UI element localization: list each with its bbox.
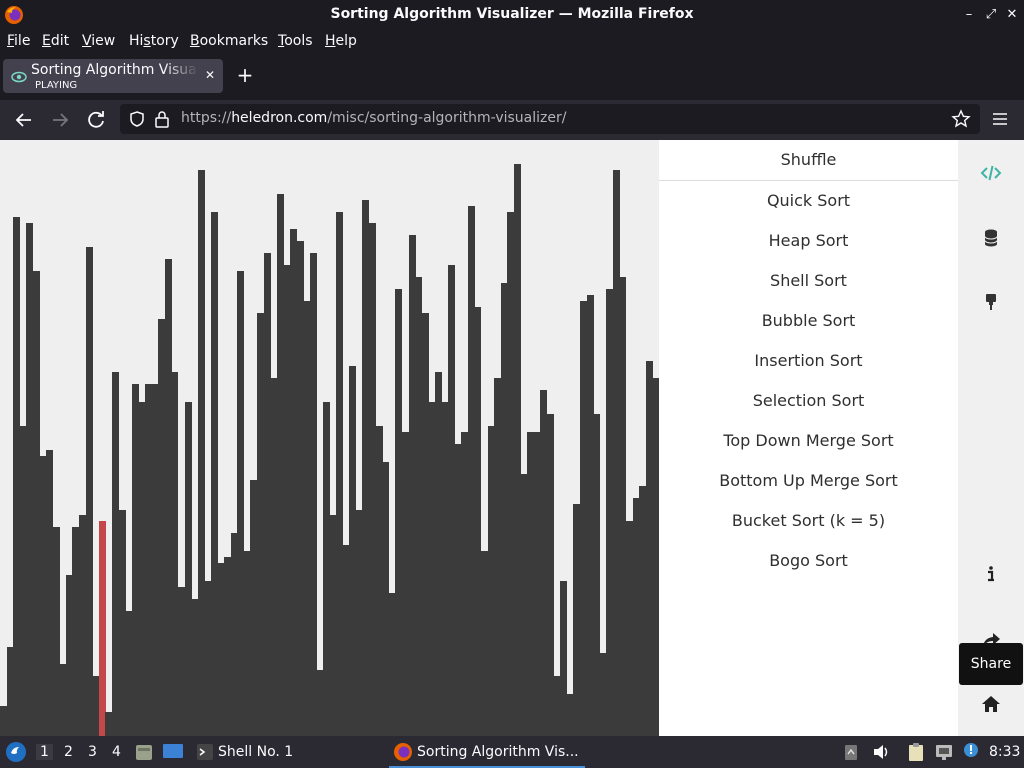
bottom-up-merge-sort-button[interactable]: Bottom Up Merge Sort [659,461,958,501]
menu-tools[interactable]: Tools [278,33,313,49]
sorting-visualizer-canvas [0,140,659,736]
share-tooltip: Share [959,643,1023,685]
code-icon[interactable] [980,162,1002,184]
tab-title-fade [163,61,199,81]
info-icon[interactable] [980,563,1002,585]
tab-playing-status: PLAYING [35,80,78,91]
reload-icon[interactable] [84,108,108,132]
desktop-icon[interactable] [162,742,184,762]
window-title: Sorting Algorithm Visualizer — Mozilla F… [330,6,694,22]
shuffle-button[interactable]: Shuffle [659,140,958,180]
database-icon[interactable] [980,227,1002,249]
menu-view[interactable]: View [82,33,115,49]
back-arrow-icon[interactable] [12,108,36,132]
eye-favicon-icon [11,71,27,83]
update-notifier-icon[interactable] [961,741,981,761]
shell-sort-button[interactable]: Shell Sort [659,261,958,301]
terminal-task[interactable]: Shell No. 1 [192,736,322,768]
top-down-merge-sort-button[interactable]: Top Down Merge Sort [659,421,958,461]
array-bar [652,378,659,736]
menu-bar: File Edit View History Bookmarks Tools H… [0,30,1024,54]
firefox-task-label: Sorting Algorithm Vis... [417,744,579,760]
clipboard-icon[interactable] [906,742,926,762]
menu-file[interactable]: File [7,33,30,49]
active-array-bar [98,521,106,736]
insertion-sort-button[interactable]: Insertion Sort [659,341,958,381]
bogo-sort-button[interactable]: Bogo Sort [659,541,958,581]
bookmark-star-icon[interactable] [951,109,971,129]
workspace-1[interactable]: 1 [36,744,53,760]
close-window-button[interactable]: ✕ [1003,6,1021,24]
hamburger-menu-icon[interactable] [990,110,1010,128]
selection-sort-button[interactable]: Selection Sort [659,381,958,421]
array-bar [85,247,93,736]
tab-close-icon[interactable]: ✕ [202,67,218,83]
lock-icon[interactable] [154,110,170,128]
url-text[interactable]: https://heledron.com/misc/sorting-algori… [181,110,566,126]
menu-bookmarks[interactable]: Bookmarks [190,33,268,49]
heap-sort-button[interactable]: Heap Sort [659,221,958,261]
quick-sort-button[interactable]: Quick Sort [659,181,958,221]
tab-sorting-visualizer[interactable]: Sorting Algorithm Visualizer PLAYING ✕ [3,59,223,93]
paint-brush-icon[interactable] [980,291,1002,313]
clock: 8:33 [989,744,1021,760]
terminal-icon [197,744,213,760]
volume-icon[interactable] [871,742,891,762]
workspace-4[interactable]: 4 [112,744,121,760]
workspace-3[interactable]: 3 [88,744,97,760]
firefox-task-icon [394,743,412,761]
workspace-2[interactable]: 2 [64,744,73,760]
page-content: Shuffle Quick Sort Heap Sort Shell Sort … [0,140,1024,736]
taskbar: 1 2 3 4 Shell No. 1 Sorting Algorithm Vi… [0,736,1024,768]
terminal-task-label: Shell No. 1 [218,744,294,760]
window-titlebar: Sorting Algorithm Visualizer — Mozilla F… [0,0,1024,30]
menu-edit[interactable]: Edit [42,33,69,49]
new-tab-button[interactable]: + [234,64,256,86]
array-bar [309,253,317,736]
start-menu-icon[interactable] [5,741,27,763]
bucket-sort-button[interactable]: Bucket Sort (k = 5) [659,501,958,541]
minimize-button[interactable]: – [960,6,978,24]
forward-arrow-icon[interactable] [48,108,72,132]
menu-help[interactable]: Help [325,33,357,49]
algorithm-panel: Shuffle Quick Sort Heap Sort Shell Sort … [659,140,958,736]
home-icon[interactable] [980,693,1002,715]
notification-tray-icon[interactable] [843,742,859,762]
network-icon[interactable] [934,742,954,762]
bubble-sort-button[interactable]: Bubble Sort [659,301,958,341]
firefox-task[interactable]: Sorting Algorithm Vis... [389,736,585,768]
tab-strip: Sorting Algorithm Visualizer PLAYING ✕ + [0,54,1024,100]
maximize-button[interactable]: ⤢ [982,6,1000,24]
tracking-shield-icon[interactable] [128,110,146,128]
menu-history[interactable]: History [129,33,179,49]
file-manager-icon[interactable] [134,742,154,762]
